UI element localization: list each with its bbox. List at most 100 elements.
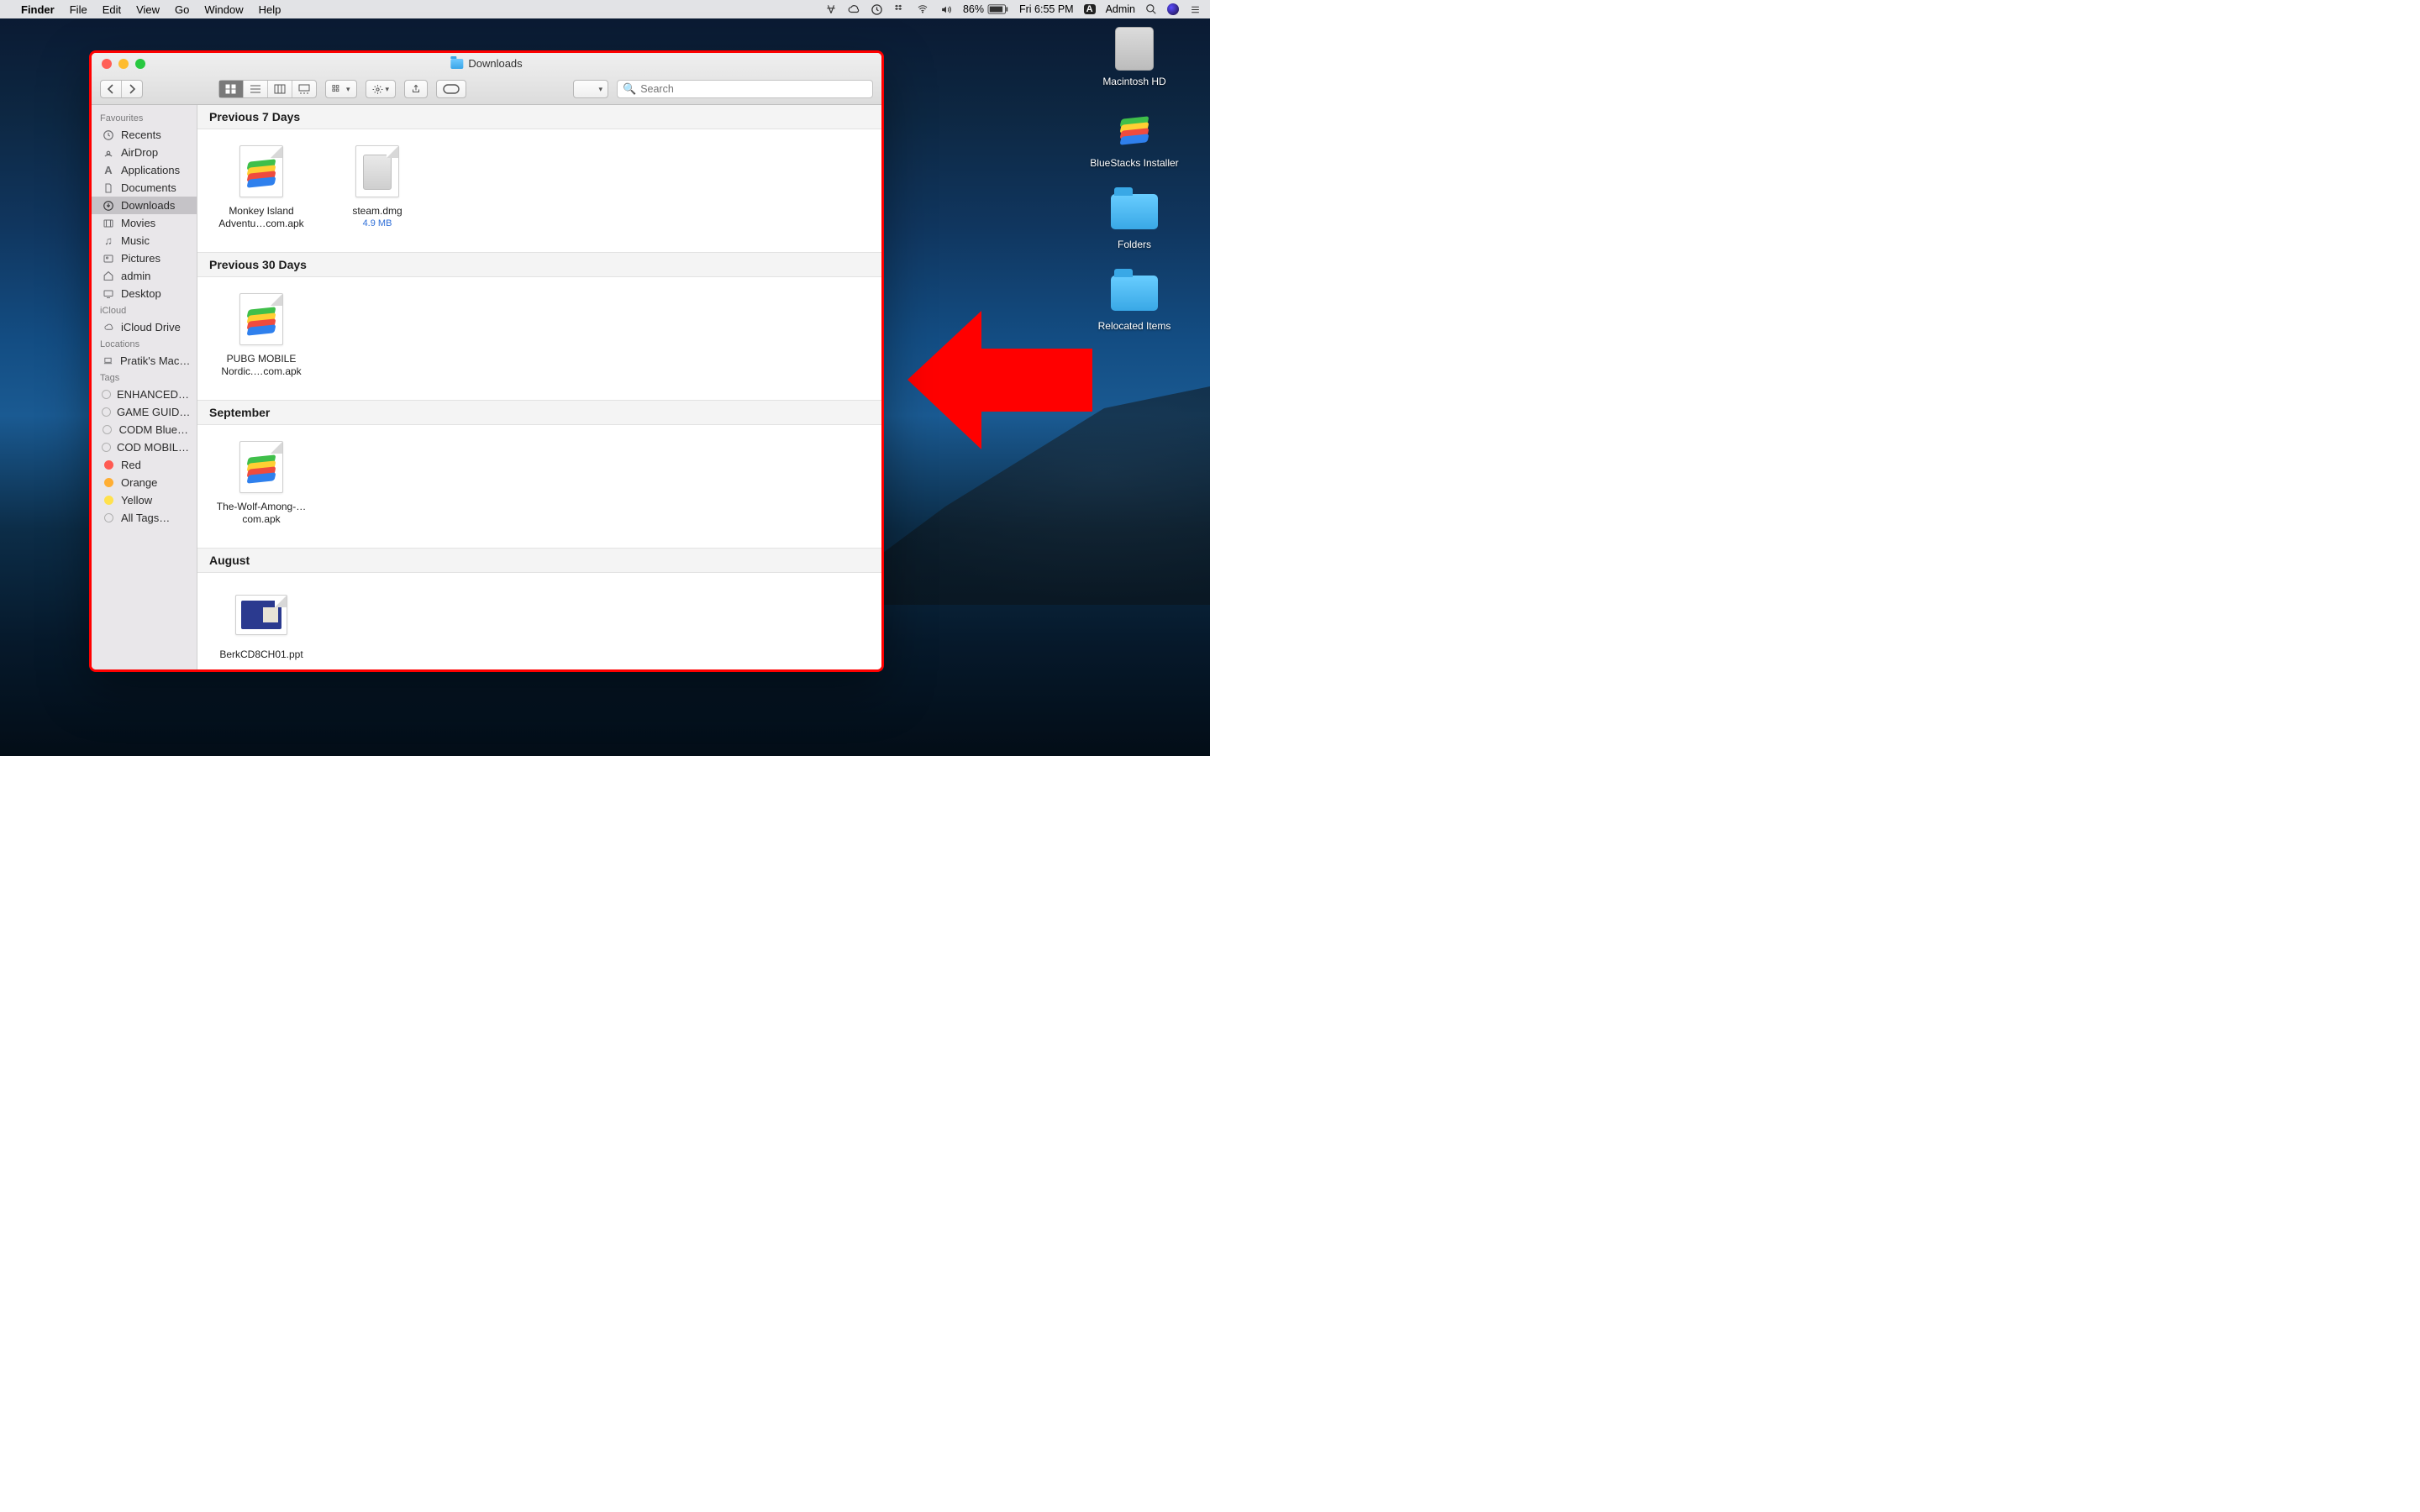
menu-file[interactable]: File — [62, 3, 95, 16]
user-name[interactable]: Admin — [1106, 3, 1135, 15]
sidebar-item-pratik-s-mac-[interactable]: Pratik's Mac… — [92, 352, 197, 370]
minimize-button[interactable] — [118, 59, 129, 69]
menu-edit[interactable]: Edit — [95, 3, 129, 16]
sidebar-item-enhanced-[interactable]: ENHANCED… — [92, 386, 197, 403]
file-name: steam.dmg — [352, 205, 402, 218]
dropbox-icon[interactable] — [893, 3, 906, 15]
laptop-icon — [102, 356, 114, 365]
volume-icon[interactable] — [939, 4, 953, 15]
sidebar-item-pictures[interactable]: Pictures — [92, 249, 197, 267]
zoom-button[interactable] — [135, 59, 145, 69]
desktop-icon — [102, 289, 115, 299]
sidebar-item-music[interactable]: ♫Music — [92, 232, 197, 249]
sidebar-item-icloud-drive[interactable]: iCloud Drive — [92, 318, 197, 336]
path-dropdown[interactable]: ▾ — [573, 80, 608, 98]
search-input[interactable] — [640, 83, 867, 95]
creative-cloud-icon[interactable] — [847, 3, 860, 15]
column-view-button[interactable] — [268, 81, 292, 97]
sidebar-item-label: Documents — [121, 181, 176, 194]
list-view-button[interactable] — [244, 81, 268, 97]
traffic-lights — [92, 59, 145, 69]
group-header: August — [197, 548, 881, 573]
sidebar-item-airdrop[interactable]: AirDrop — [92, 144, 197, 161]
sidebar-item-applications[interactable]: A Applications — [92, 161, 197, 179]
airport-icon[interactable] — [825, 3, 837, 15]
user-badge-icon[interactable]: A — [1084, 4, 1096, 14]
forward-button[interactable] — [122, 81, 142, 97]
close-button[interactable] — [102, 59, 112, 69]
icon-view-button[interactable] — [219, 81, 244, 97]
sidebar-item-recents[interactable]: Recents — [92, 126, 197, 144]
tags-button[interactable] — [436, 80, 466, 98]
file-meta: 4.9 MB — [363, 218, 392, 228]
tag-icon — [102, 513, 115, 522]
sidebar-item-all-tags-[interactable]: All Tags… — [92, 509, 197, 527]
file-name: Monkey Island Adventu…com.apk — [214, 205, 308, 230]
apps-icon: A — [102, 164, 115, 176]
desktop-item-relocated[interactable]: Relocated Items — [1084, 270, 1185, 333]
sidebar-item-codm-blue-[interactable]: CODM Blue… — [92, 421, 197, 438]
sidebar-item-documents[interactable]: Documents — [92, 179, 197, 197]
sidebar-item-label: Red — [121, 459, 141, 471]
finder-window: Downloads ▾ ▾ ▾ 🔍 — [89, 50, 884, 672]
file-icon — [234, 292, 288, 346]
hdd-icon — [1111, 25, 1158, 72]
spotlight-icon[interactable] — [1145, 3, 1157, 15]
tag-icon — [102, 425, 113, 434]
sidebar-item-orange[interactable]: Orange — [92, 474, 197, 491]
menu-view[interactable]: View — [129, 3, 167, 16]
sidebar-item-label: ENHANCED… — [117, 388, 189, 401]
content-area[interactable]: Previous 7 DaysMonkey Island Adventu…com… — [197, 105, 881, 669]
sidebar-header: Favourites — [92, 110, 197, 126]
view-switcher — [218, 80, 317, 98]
back-button[interactable] — [101, 81, 122, 97]
desktop-item-folders[interactable]: Folders — [1084, 188, 1185, 251]
sidebar-item-red[interactable]: Red — [92, 456, 197, 474]
app-menu[interactable]: Finder — [13, 3, 62, 16]
file-icon — [350, 144, 404, 198]
file-item[interactable]: PUBG MOBILE Nordic.…com.apk — [214, 292, 308, 378]
sidebar-item-label: Orange — [121, 476, 157, 489]
group-by-button[interactable]: ▾ — [325, 80, 357, 98]
clock[interactable]: Fri 6:55 PM — [1019, 3, 1074, 15]
file-icon — [234, 144, 288, 198]
bluestacks-icon — [1111, 107, 1158, 154]
battery-percent: 86% — [963, 3, 984, 15]
file-item[interactable]: Monkey Island Adventu…com.apk — [214, 144, 308, 230]
desktop-item-macintosh-hd[interactable]: Macintosh HD — [1084, 25, 1185, 88]
menu-window[interactable]: Window — [197, 3, 250, 16]
action-button[interactable]: ▾ — [366, 80, 397, 98]
sidebar-item-desktop[interactable]: Desktop — [92, 285, 197, 302]
sidebar-item-label: Applications — [121, 164, 180, 176]
sidebar-item-downloads[interactable]: Downloads — [92, 197, 197, 214]
battery-status[interactable]: 86% — [963, 3, 1009, 15]
file-item[interactable]: steam.dmg4.9 MB — [330, 144, 424, 230]
file-item[interactable]: BerkCD8CH01.ppt — [214, 588, 308, 661]
wifi-icon[interactable] — [916, 4, 929, 14]
siri-icon[interactable] — [1167, 3, 1179, 15]
share-button[interactable] — [404, 80, 428, 98]
sidebar-item-game-guid-[interactable]: GAME GUID… — [92, 403, 197, 421]
time-machine-icon[interactable] — [871, 3, 883, 16]
menu-go[interactable]: Go — [167, 3, 197, 16]
sidebar-item-cod-mobil-[interactable]: COD MOBIL… — [92, 438, 197, 456]
file-grid: BerkCD8CH01.ppt — [197, 573, 881, 669]
gallery-view-button[interactable] — [292, 81, 316, 97]
download-icon — [102, 200, 115, 212]
sidebar-item-label: AirDrop — [121, 146, 158, 159]
file-item[interactable]: The-Wolf-Among-…com.apk — [214, 440, 308, 526]
sidebar-item-yellow[interactable]: Yellow — [92, 491, 197, 509]
tag-icon — [102, 407, 111, 417]
menu-help[interactable]: Help — [251, 3, 289, 16]
desktop-item-bluestacks[interactable]: BlueStacks Installer — [1084, 107, 1185, 170]
sidebar: FavouritesRecents AirDrop A Applications Doc… — [92, 105, 197, 669]
sidebar-item-movies[interactable]: Movies — [92, 214, 197, 232]
sidebar-item-admin[interactable]: admin — [92, 267, 197, 285]
notification-center-icon[interactable] — [1189, 4, 1202, 15]
window-title: Downloads — [450, 57, 522, 70]
toolbar: ▾ ▾ ▾ 🔍 — [92, 74, 881, 105]
search-field[interactable]: 🔍 — [617, 80, 873, 98]
desktop-item-label: Relocated Items — [1098, 320, 1171, 333]
sidebar-item-label: Yellow — [121, 494, 152, 507]
titlebar[interactable]: Downloads — [92, 53, 881, 74]
